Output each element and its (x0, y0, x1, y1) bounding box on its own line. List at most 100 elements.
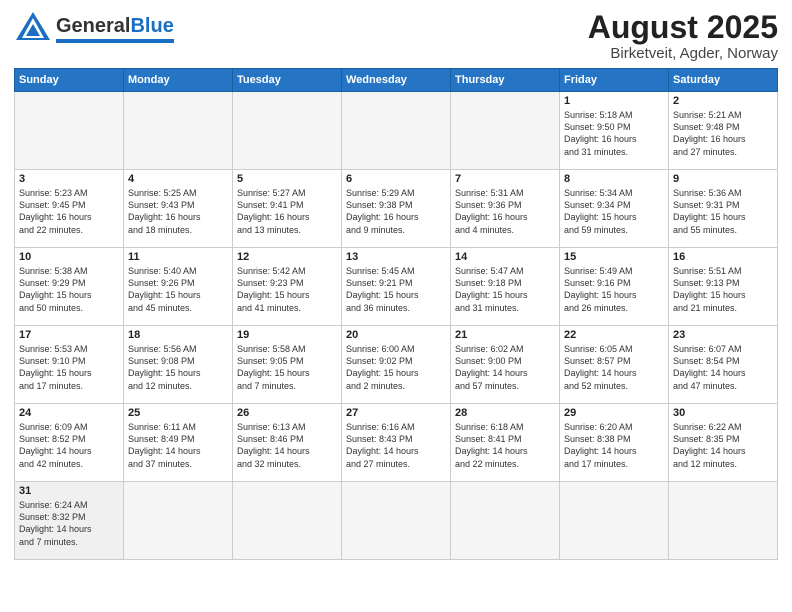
day-info: Sunrise: 6:09 AM Sunset: 8:52 PM Dayligh… (19, 421, 119, 470)
table-row: 26Sunrise: 6:13 AM Sunset: 8:46 PM Dayli… (233, 404, 342, 482)
table-row: 13Sunrise: 5:45 AM Sunset: 9:21 PM Dayli… (342, 248, 451, 326)
table-row: 23Sunrise: 6:07 AM Sunset: 8:54 PM Dayli… (669, 326, 778, 404)
table-row: 22Sunrise: 6:05 AM Sunset: 8:57 PM Dayli… (560, 326, 669, 404)
day-info: Sunrise: 5:18 AM Sunset: 9:50 PM Dayligh… (564, 109, 664, 158)
day-info: Sunrise: 5:36 AM Sunset: 9:31 PM Dayligh… (673, 187, 773, 236)
table-row: 6 Sunrise: 5:29 AM Sunset: 9:38 PM Daylig… (342, 170, 451, 248)
table-row: 2Sunrise: 5:21 AM Sunset: 9:48 PM Daylig… (669, 92, 778, 170)
day-number: 29 (564, 407, 664, 419)
day-info: Sunrise: 6:18 AM Sunset: 8:41 PM Dayligh… (455, 421, 555, 470)
table-row (15, 92, 124, 170)
calendar-header: Sunday Monday Tuesday Wednesday Thursday… (15, 69, 778, 92)
table-row (560, 482, 669, 560)
col-monday: Monday (124, 69, 233, 92)
table-row: 10 Sunrise: 5:38 AM Sunset: 9:29 PM Dayli… (15, 248, 124, 326)
calendar-table: Sunday Monday Tuesday Wednesday Thursday… (14, 68, 778, 560)
day-number: 9 (673, 173, 773, 185)
table-row: 25Sunrise: 6:11 AM Sunset: 8:49 PM Dayli… (124, 404, 233, 482)
col-thursday: Thursday (451, 69, 560, 92)
table-row (233, 92, 342, 170)
col-sunday: Sunday (15, 69, 124, 92)
table-row (233, 482, 342, 560)
day-info: Sunrise: 5:27 AM Sunset: 9:41 PM Dayligh… (237, 187, 337, 236)
col-tuesday: Tuesday (233, 69, 342, 92)
day-info: Sunrise: 5:31 AM Sunset: 9:36 PM Dayligh… (455, 187, 555, 236)
title-block: August 2025 Birketveit, Agder, Norway (588, 10, 778, 62)
logo-icon (14, 10, 52, 48)
day-number: 7 (455, 173, 555, 185)
table-row (342, 92, 451, 170)
calendar-title: August 2025 (588, 10, 778, 45)
day-info: Sunrise: 5:58 AM Sunset: 9:05 PM Dayligh… (237, 343, 337, 392)
table-row: 31 Sunrise: 6:24 AM Sunset: 8:32 PM Dayli… (15, 482, 124, 560)
table-row: 21 Sunrise: 6:02 AM Sunset: 9:00 PM Dayli… (451, 326, 560, 404)
table-row (342, 482, 451, 560)
day-info: Sunrise: 6:20 AM Sunset: 8:38 PM Dayligh… (564, 421, 664, 470)
day-number: 1 (564, 95, 664, 107)
day-number: 18 (128, 329, 228, 341)
day-number: 6 (346, 173, 446, 185)
table-row: 24Sunrise: 6:09 AM Sunset: 8:52 PM Dayli… (15, 404, 124, 482)
day-number: 31 (19, 485, 119, 497)
day-info: Sunrise: 5:42 AM Sunset: 9:23 PM Dayligh… (237, 265, 337, 314)
day-info: Sunrise: 5:29 AM Sunset: 9:38 PM Dayligh… (346, 187, 446, 236)
logo-blue-text: Blue (130, 15, 173, 37)
day-number: 23 (673, 329, 773, 341)
table-row (669, 482, 778, 560)
calendar-body: 1 Sunrise: 5:18 AM Sunset: 9:50 PM Daylig… (15, 92, 778, 560)
table-row: 14Sunrise: 5:47 AM Sunset: 9:18 PM Dayli… (451, 248, 560, 326)
col-wednesday: Wednesday (342, 69, 451, 92)
day-info: Sunrise: 5:53 AM Sunset: 9:10 PM Dayligh… (19, 343, 119, 392)
table-row (451, 92, 560, 170)
day-info: Sunrise: 5:47 AM Sunset: 9:18 PM Dayligh… (455, 265, 555, 314)
day-info: Sunrise: 5:51 AM Sunset: 9:13 PM Dayligh… (673, 265, 773, 314)
day-number: 28 (455, 407, 555, 419)
logo: GeneralBlue (14, 10, 174, 48)
day-info: Sunrise: 6:22 AM Sunset: 8:35 PM Dayligh… (673, 421, 773, 470)
day-info: Sunrise: 5:38 AM Sunset: 9:29 PM Dayligh… (19, 265, 119, 314)
day-number: 20 (346, 329, 446, 341)
day-number: 10 (19, 251, 119, 263)
col-friday: Friday (560, 69, 669, 92)
page: GeneralBlue August 2025 Birketveit, Agde… (0, 0, 792, 570)
table-row (124, 482, 233, 560)
day-info: Sunrise: 5:40 AM Sunset: 9:26 PM Dayligh… (128, 265, 228, 314)
table-row: 16 Sunrise: 5:51 AM Sunset: 9:13 PM Dayli… (669, 248, 778, 326)
day-number: 12 (237, 251, 337, 263)
day-info: Sunrise: 5:23 AM Sunset: 9:45 PM Dayligh… (19, 187, 119, 236)
table-row: 17 Sunrise: 5:53 AM Sunset: 9:10 PM Dayli… (15, 326, 124, 404)
table-row: 28 Sunrise: 6:18 AM Sunset: 8:41 PM Dayli… (451, 404, 560, 482)
day-number: 30 (673, 407, 773, 419)
day-info: Sunrise: 5:34 AM Sunset: 9:34 PM Dayligh… (564, 187, 664, 236)
day-number: 8 (564, 173, 664, 185)
table-row: 18Sunrise: 5:56 AM Sunset: 9:08 PM Dayli… (124, 326, 233, 404)
day-number: 19 (237, 329, 337, 341)
table-row: 29 Sunrise: 6:20 AM Sunset: 8:38 PM Dayli… (560, 404, 669, 482)
day-number: 11 (128, 251, 228, 263)
table-row: 5 Sunrise: 5:27 AM Sunset: 9:41 PM Daylig… (233, 170, 342, 248)
day-number: 5 (237, 173, 337, 185)
table-row: 15Sunrise: 5:49 AM Sunset: 9:16 PM Dayli… (560, 248, 669, 326)
table-row: 1 Sunrise: 5:18 AM Sunset: 9:50 PM Daylig… (560, 92, 669, 170)
table-row: 8 Sunrise: 5:34 AM Sunset: 9:34 PM Daylig… (560, 170, 669, 248)
day-number: 25 (128, 407, 228, 419)
day-info: Sunrise: 6:00 AM Sunset: 9:02 PM Dayligh… (346, 343, 446, 392)
day-number: 27 (346, 407, 446, 419)
day-number: 17 (19, 329, 119, 341)
table-row: 4Sunrise: 5:25 AM Sunset: 9:43 PM Daylig… (124, 170, 233, 248)
table-row: 9 Sunrise: 5:36 AM Sunset: 9:31 PM Daylig… (669, 170, 778, 248)
day-number: 21 (455, 329, 555, 341)
day-number: 4 (128, 173, 228, 185)
col-saturday: Saturday (669, 69, 778, 92)
table-row: 12 Sunrise: 5:42 AM Sunset: 9:23 PM Dayli… (233, 248, 342, 326)
day-info: Sunrise: 6:16 AM Sunset: 8:43 PM Dayligh… (346, 421, 446, 470)
day-info: Sunrise: 6:24 AM Sunset: 8:32 PM Dayligh… (19, 499, 119, 548)
day-number: 22 (564, 329, 664, 341)
day-info: Sunrise: 5:21 AM Sunset: 9:48 PM Dayligh… (673, 109, 773, 158)
day-number: 16 (673, 251, 773, 263)
table-row: 3Sunrise: 5:23 AM Sunset: 9:45 PM Daylig… (15, 170, 124, 248)
calendar-subtitle: Birketveit, Agder, Norway (588, 45, 778, 62)
day-info: Sunrise: 6:02 AM Sunset: 9:00 PM Dayligh… (455, 343, 555, 392)
table-row: 27 Sunrise: 6:16 AM Sunset: 8:43 PM Dayli… (342, 404, 451, 482)
logo-general-text: General (56, 15, 130, 37)
